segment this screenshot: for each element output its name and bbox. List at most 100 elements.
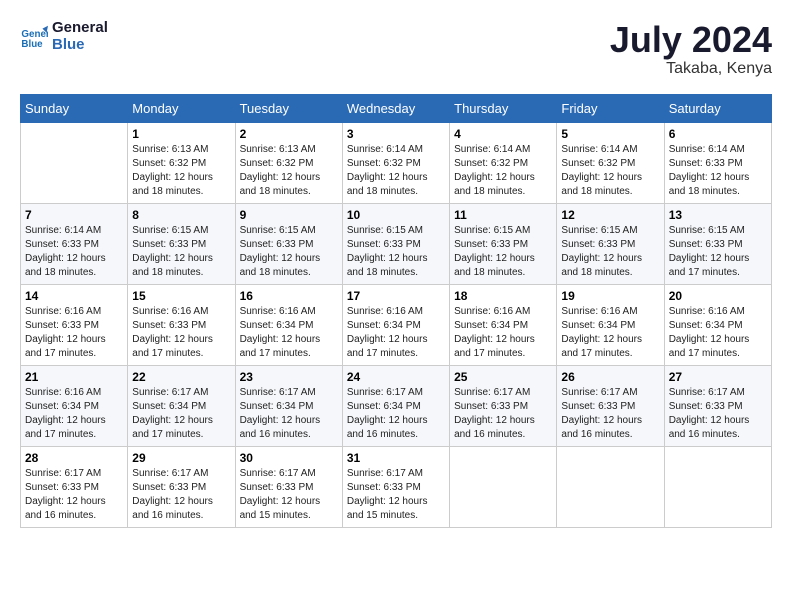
day-number: 16 [240, 289, 338, 303]
calendar-week-row: 28 Sunrise: 6:17 AMSunset: 6:33 PMDayligh… [21, 446, 772, 527]
calendar-cell: 17 Sunrise: 6:16 AMSunset: 6:34 PMDayligh… [342, 284, 449, 365]
day-number: 17 [347, 289, 445, 303]
day-of-week-header: Monday [128, 94, 235, 122]
logo-line1: General [52, 20, 108, 37]
day-number: 20 [669, 289, 767, 303]
day-number: 7 [25, 208, 123, 222]
day-number: 12 [561, 208, 659, 222]
day-number: 18 [454, 289, 552, 303]
day-number: 30 [240, 451, 338, 465]
day-info: Sunrise: 6:16 AMSunset: 6:33 PMDaylight:… [25, 305, 123, 361]
day-info: Sunrise: 6:16 AMSunset: 6:34 PMDaylight:… [347, 305, 445, 361]
day-of-week-header: Thursday [450, 94, 557, 122]
calendar-body: 1 Sunrise: 6:13 AMSunset: 6:32 PMDaylight… [21, 122, 772, 527]
title-block: July 2024 Takaba, Kenya [610, 20, 772, 78]
location-label: Takaba, Kenya [610, 60, 772, 78]
day-info: Sunrise: 6:17 AMSunset: 6:33 PMDaylight:… [561, 386, 659, 442]
day-info: Sunrise: 6:14 AMSunset: 6:33 PMDaylight:… [25, 224, 123, 280]
day-number: 11 [454, 208, 552, 222]
day-of-week-header: Wednesday [342, 94, 449, 122]
day-info: Sunrise: 6:17 AMSunset: 6:33 PMDaylight:… [240, 467, 338, 523]
calendar-cell: 5 Sunrise: 6:14 AMSunset: 6:32 PMDaylight… [557, 122, 664, 203]
day-number: 28 [25, 451, 123, 465]
day-info: Sunrise: 6:15 AMSunset: 6:33 PMDaylight:… [240, 224, 338, 280]
day-info: Sunrise: 6:16 AMSunset: 6:33 PMDaylight:… [132, 305, 230, 361]
days-of-week-row: SundayMondayTuesdayWednesdayThursdayFrid… [21, 94, 772, 122]
day-number: 9 [240, 208, 338, 222]
calendar-cell [664, 446, 771, 527]
calendar-cell: 2Sunrise: 6:13 AMSunset: 6:32 PMDaylight… [235, 122, 342, 203]
calendar-cell: 31Sunrise: 6:17 AMSunset: 6:33 PMDayligh… [342, 446, 449, 527]
day-info: Sunrise: 6:17 AMSunset: 6:33 PMDaylight:… [454, 386, 552, 442]
logo: General Blue General Blue [20, 20, 108, 53]
day-number: 5 [561, 127, 659, 141]
day-number: 25 [454, 370, 552, 384]
calendar-cell: 28 Sunrise: 6:17 AMSunset: 6:33 PMDayligh… [21, 446, 128, 527]
calendar-cell: 15 Sunrise: 6:16 AMSunset: 6:33 PMDayligh… [128, 284, 235, 365]
logo-line2: Blue [52, 37, 108, 54]
page-header: General Blue General Blue July 2024 Taka… [20, 20, 772, 78]
day-info: Sunrise: 6:16 AMSunset: 6:34 PMDaylight:… [25, 386, 123, 442]
day-number: 1 [132, 127, 230, 141]
day-info: Sunrise: 6:17 AMSunset: 6:33 PMDaylight:… [347, 467, 445, 523]
day-info: Sunrise: 6:15 AMSunset: 6:33 PMDaylight:… [454, 224, 552, 280]
day-number: 29 [132, 451, 230, 465]
calendar-cell: 7 Sunrise: 6:14 AMSunset: 6:33 PMDaylight… [21, 203, 128, 284]
day-number: 2 [240, 127, 338, 141]
calendar-cell: 22 Sunrise: 6:17 AMSunset: 6:34 PMDayligh… [128, 365, 235, 446]
day-info: Sunrise: 6:16 AMSunset: 6:34 PMDaylight:… [240, 305, 338, 361]
calendar-cell: 11 Sunrise: 6:15 AMSunset: 6:33 PMDayligh… [450, 203, 557, 284]
day-number: 21 [25, 370, 123, 384]
calendar-cell: 18 Sunrise: 6:16 AMSunset: 6:34 PMDayligh… [450, 284, 557, 365]
day-info: Sunrise: 6:15 AMSunset: 6:33 PMDaylight:… [347, 224, 445, 280]
calendar-cell: 23Sunrise: 6:17 AMSunset: 6:34 PMDayligh… [235, 365, 342, 446]
month-year-title: July 2024 [610, 20, 772, 60]
day-info: Sunrise: 6:17 AMSunset: 6:33 PMDaylight:… [132, 467, 230, 523]
calendar-cell: 12Sunrise: 6:15 AMSunset: 6:33 PMDayligh… [557, 203, 664, 284]
day-info: Sunrise: 6:15 AMSunset: 6:33 PMDaylight:… [132, 224, 230, 280]
day-info: Sunrise: 6:16 AMSunset: 6:34 PMDaylight:… [561, 305, 659, 361]
day-number: 15 [132, 289, 230, 303]
day-number: 14 [25, 289, 123, 303]
day-info: Sunrise: 6:17 AMSunset: 6:33 PMDaylight:… [25, 467, 123, 523]
day-info: Sunrise: 6:17 AMSunset: 6:34 PMDaylight:… [240, 386, 338, 442]
calendar-cell: 30 Sunrise: 6:17 AMSunset: 6:33 PMDayligh… [235, 446, 342, 527]
day-number: 22 [132, 370, 230, 384]
calendar-cell: 24Sunrise: 6:17 AMSunset: 6:34 PMDayligh… [342, 365, 449, 446]
calendar-cell: 14 Sunrise: 6:16 AMSunset: 6:33 PMDayligh… [21, 284, 128, 365]
calendar-cell: 27Sunrise: 6:17 AMSunset: 6:33 PMDayligh… [664, 365, 771, 446]
calendar-cell: 10 Sunrise: 6:15 AMSunset: 6:33 PMDayligh… [342, 203, 449, 284]
day-info: Sunrise: 6:14 AMSunset: 6:32 PMDaylight:… [561, 143, 659, 199]
day-info: Sunrise: 6:16 AMSunset: 6:34 PMDaylight:… [454, 305, 552, 361]
calendar-week-row: 21 Sunrise: 6:16 AMSunset: 6:34 PMDayligh… [21, 365, 772, 446]
day-number: 10 [347, 208, 445, 222]
calendar-cell: 19 Sunrise: 6:16 AMSunset: 6:34 PMDayligh… [557, 284, 664, 365]
calendar-cell: 25 Sunrise: 6:17 AMSunset: 6:33 PMDayligh… [450, 365, 557, 446]
day-of-week-header: Friday [557, 94, 664, 122]
day-info: Sunrise: 6:14 AMSunset: 6:32 PMDaylight:… [347, 143, 445, 199]
calendar-cell: 26 Sunrise: 6:17 AMSunset: 6:33 PMDayligh… [557, 365, 664, 446]
calendar-cell: 13Sunrise: 6:15 AMSunset: 6:33 PMDayligh… [664, 203, 771, 284]
calendar-cell [557, 446, 664, 527]
day-number: 8 [132, 208, 230, 222]
calendar-cell [21, 122, 128, 203]
day-info: Sunrise: 6:17 AMSunset: 6:34 PMDaylight:… [132, 386, 230, 442]
day-number: 26 [561, 370, 659, 384]
day-info: Sunrise: 6:13 AMSunset: 6:32 PMDaylight:… [132, 143, 230, 199]
calendar-cell: 6Sunrise: 6:14 AMSunset: 6:33 PMDaylight… [664, 122, 771, 203]
calendar-cell: 1 Sunrise: 6:13 AMSunset: 6:32 PMDaylight… [128, 122, 235, 203]
day-info: Sunrise: 6:17 AMSunset: 6:33 PMDaylight:… [669, 386, 767, 442]
day-of-week-header: Sunday [21, 94, 128, 122]
calendar-cell: 4Sunrise: 6:14 AMSunset: 6:32 PMDaylight… [450, 122, 557, 203]
calendar-week-row: 7 Sunrise: 6:14 AMSunset: 6:33 PMDaylight… [21, 203, 772, 284]
day-number: 24 [347, 370, 445, 384]
day-number: 19 [561, 289, 659, 303]
calendar-cell: 3 Sunrise: 6:14 AMSunset: 6:32 PMDaylight… [342, 122, 449, 203]
calendar-week-row: 14 Sunrise: 6:16 AMSunset: 6:33 PMDayligh… [21, 284, 772, 365]
day-number: 3 [347, 127, 445, 141]
day-info: Sunrise: 6:15 AMSunset: 6:33 PMDaylight:… [669, 224, 767, 280]
day-number: 4 [454, 127, 552, 141]
day-of-week-header: Saturday [664, 94, 771, 122]
calendar-cell: 20Sunrise: 6:16 AMSunset: 6:34 PMDayligh… [664, 284, 771, 365]
day-number: 6 [669, 127, 767, 141]
